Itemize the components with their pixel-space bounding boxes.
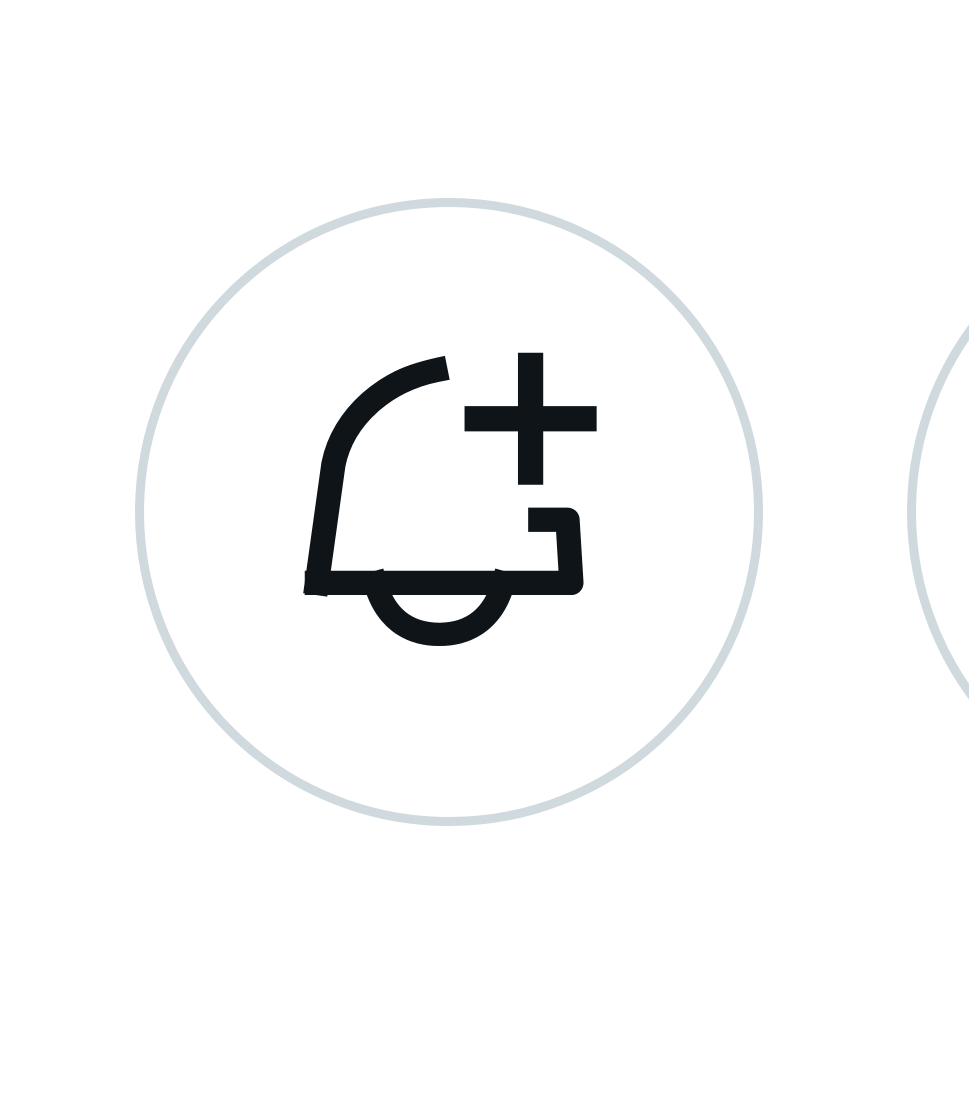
add-notification-button[interactable]: [135, 198, 763, 826]
bell-plus-icon: [303, 352, 597, 647]
screenshot-canvas: [0, 0, 969, 1093]
next-action-button[interactable]: [907, 198, 969, 826]
